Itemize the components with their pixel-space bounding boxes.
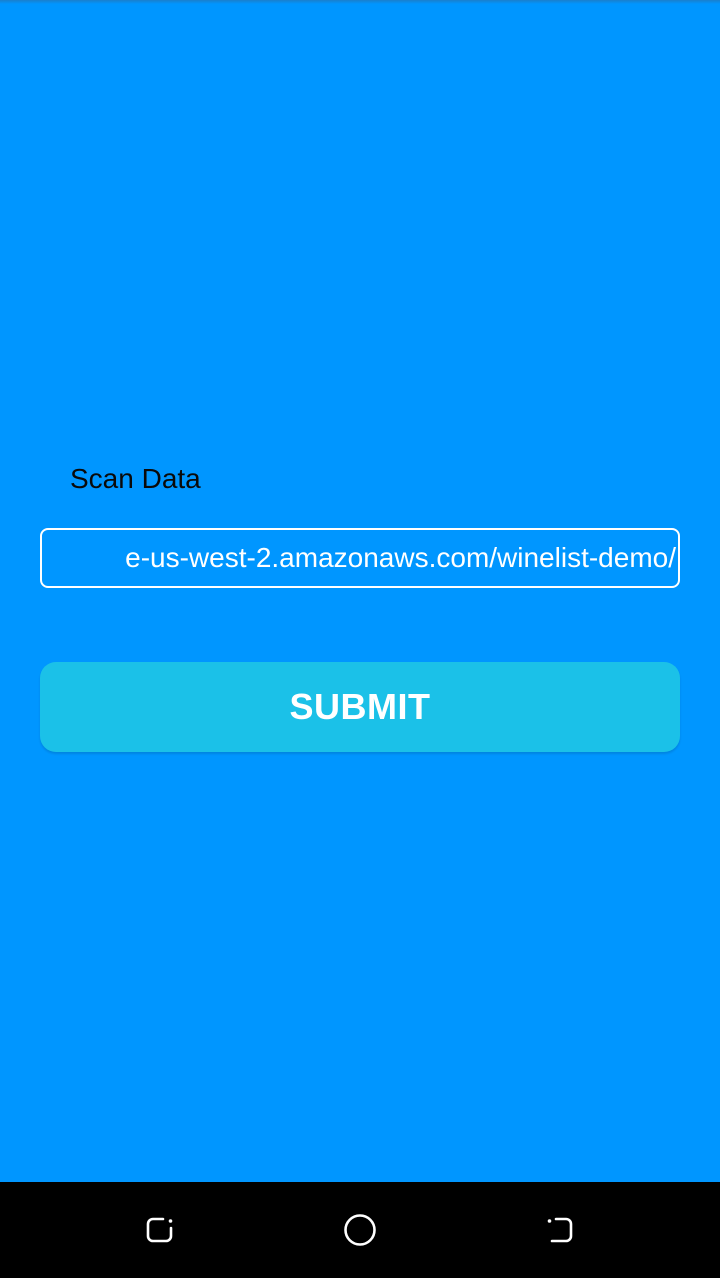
home-icon	[344, 1214, 376, 1246]
scan-data-value: e-us-west-2.amazonaws.com/winelist-demo/	[125, 542, 676, 573]
status-bar-shadow	[0, 0, 720, 4]
scan-data-input[interactable]: e-us-west-2.amazonaws.com/winelist-demo/	[40, 528, 680, 588]
scan-data-label: Scan Data	[70, 463, 201, 494]
home-button[interactable]	[312, 1182, 408, 1278]
recents-button[interactable]	[112, 1182, 208, 1278]
navigation-bar	[0, 1182, 720, 1278]
submit-label: SUBMIT	[289, 686, 431, 727]
screen: Scan Data e-us-west-2.amazonaws.com/wine…	[0, 0, 720, 1278]
submit-button[interactable]: SUBMIT	[40, 662, 680, 752]
back-button[interactable]	[512, 1182, 608, 1278]
back-icon	[547, 1217, 573, 1243]
recents-icon	[146, 1217, 173, 1243]
